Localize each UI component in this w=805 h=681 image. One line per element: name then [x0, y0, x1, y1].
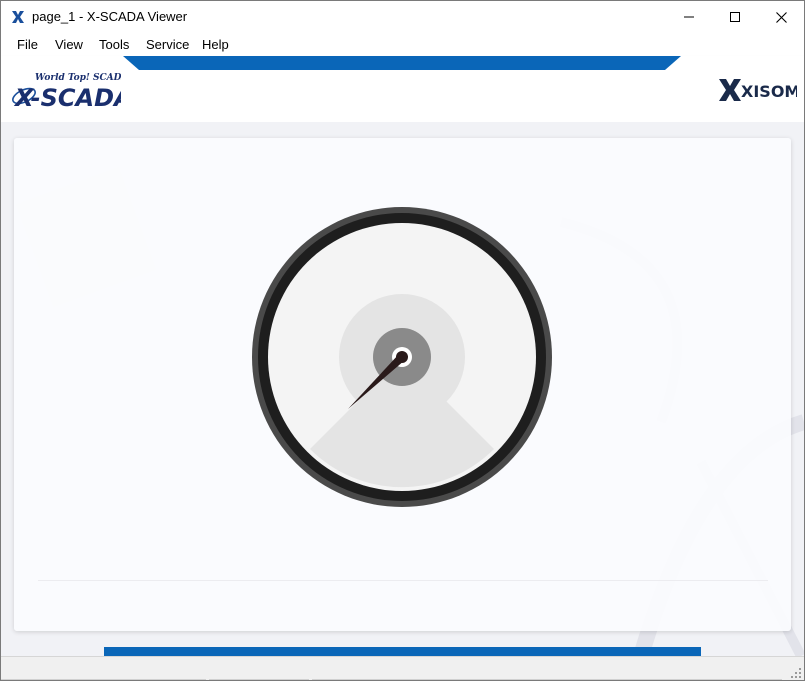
window-title: page_1 - X-SCADA Viewer	[32, 9, 188, 24]
resize-grip-icon[interactable]	[790, 667, 802, 679]
menu-file[interactable]: File	[17, 37, 38, 52]
maximize-button[interactable]	[712, 1, 758, 33]
menu-tools[interactable]: Tools	[99, 37, 129, 52]
panel-divider	[38, 580, 768, 581]
bottom-accent-stripe	[104, 647, 701, 656]
maximize-icon	[730, 12, 740, 22]
menu-service[interactable]: Service	[146, 37, 189, 52]
logo-right-brand: XISOM	[741, 82, 797, 101]
logo-tagline: World Top! SCADA Solution	[35, 73, 121, 83]
status-bar	[1, 656, 804, 680]
minimize-icon	[684, 16, 694, 18]
close-icon	[775, 11, 787, 23]
logo-brand: X-SCADA	[13, 84, 121, 112]
menu-help[interactable]: Help	[202, 37, 229, 52]
header-banner: World Top! SCADA Solution X-SCADA XISOM	[1, 56, 804, 122]
xisom-logo: XISOM	[719, 79, 797, 101]
menu-bar: File View Tools Service Help	[1, 33, 804, 56]
dial-gauge	[252, 207, 552, 507]
header-accent-stripe	[123, 56, 681, 70]
minimize-button[interactable]	[666, 1, 712, 33]
app-window: page_1 - X-SCADA Viewer File View Tools …	[0, 0, 805, 681]
title-bar[interactable]: page_1 - X-SCADA Viewer	[1, 1, 804, 33]
x-scada-logo: World Top! SCADA Solution X-SCADA	[12, 73, 121, 112]
menu-view[interactable]: View	[55, 37, 83, 52]
close-button[interactable]	[758, 1, 804, 33]
x-scada-app-icon	[12, 11, 24, 23]
